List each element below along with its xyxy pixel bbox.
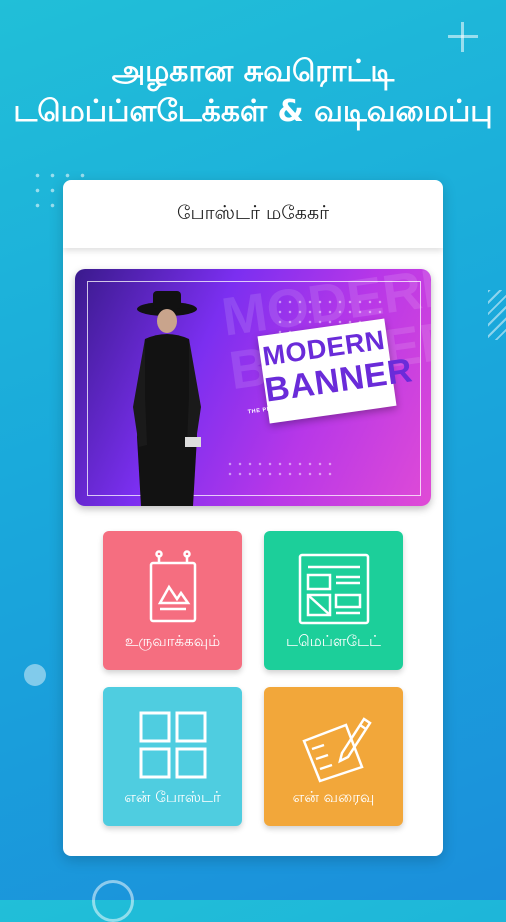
headline: அழகான சுவரொட்டி டமெப்ப்ளடேக்கள் & வடிவமை… bbox=[0, 52, 506, 132]
template-icon bbox=[298, 553, 369, 625]
my-posters-button[interactable]: என் பாேஸ்டர் bbox=[103, 687, 242, 826]
stripes-decoration bbox=[488, 290, 506, 340]
banner-preview[interactable]: MODERN BANNER MODERN BANNER THE PHOTO OF… bbox=[75, 269, 431, 506]
my-posters-label: என் பாேஸ்டர் bbox=[124, 788, 221, 806]
grid-icon bbox=[139, 711, 206, 779]
card-title: பாேஸ்டர் மகேகர் bbox=[63, 180, 443, 248]
template-button[interactable]: டமெப்ளடேட் bbox=[264, 531, 403, 670]
template-label: டமெப்ளடேட் bbox=[286, 632, 381, 650]
headline-line-2: டமெப்ப்ளடேக்கள் & வடிவமைப்பு bbox=[13, 94, 493, 129]
draft-edit-icon bbox=[301, 717, 372, 783]
create-poster-icon bbox=[149, 550, 196, 623]
model-silhouette bbox=[133, 291, 201, 506]
plus-decoration-icon bbox=[448, 22, 478, 52]
create-button[interactable]: உருவாக்கவும் bbox=[103, 531, 242, 670]
my-drafts-label: என் வரைவு bbox=[292, 788, 375, 806]
my-drafts-button[interactable]: என் வரைவு bbox=[264, 687, 403, 826]
ring-decoration bbox=[92, 880, 134, 922]
headline-line-1: அழகான சுவரொட்டி bbox=[111, 54, 395, 89]
main-card: பாேஸ்டர் மகேகர் MODERN BANNER MODERN BAN… bbox=[63, 180, 443, 856]
circle-decoration bbox=[24, 664, 46, 686]
create-label: உருவாக்கவும் bbox=[124, 632, 221, 650]
